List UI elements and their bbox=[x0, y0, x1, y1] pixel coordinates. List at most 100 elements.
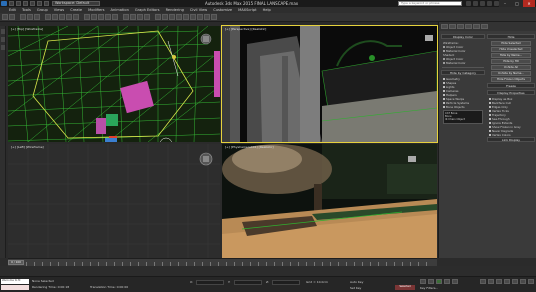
material-editor-icon[interactable] bbox=[190, 14, 196, 20]
motion-tab-icon[interactable] bbox=[465, 24, 472, 29]
time-slider[interactable]: 0 / 100 bbox=[8, 260, 24, 265]
app-logo-icon[interactable] bbox=[1, 1, 7, 6]
rectangular-selection-icon[interactable] bbox=[66, 14, 72, 20]
window-crossing-icon[interactable] bbox=[73, 14, 79, 20]
project-folder-icon[interactable] bbox=[44, 1, 49, 6]
curve-editor-icon[interactable] bbox=[176, 14, 182, 20]
angle-snap-icon[interactable] bbox=[130, 14, 136, 20]
modify-tab-icon[interactable] bbox=[449, 24, 456, 29]
rendered-frame-window-icon[interactable] bbox=[204, 14, 210, 20]
align-icon[interactable] bbox=[162, 14, 168, 20]
bind-space-warp-icon[interactable] bbox=[34, 14, 40, 20]
previous-frame-icon[interactable] bbox=[428, 279, 434, 284]
zoom-extents-icon[interactable] bbox=[496, 279, 502, 284]
hide-by-hit-button[interactable]: Hide by Hit bbox=[491, 59, 531, 64]
select-object-icon[interactable] bbox=[52, 14, 58, 20]
select-by-name-icon[interactable] bbox=[59, 14, 65, 20]
save-file-icon[interactable] bbox=[23, 1, 28, 6]
auto-key-button[interactable]: Auto Key bbox=[350, 280, 363, 284]
pan-view-icon[interactable] bbox=[512, 279, 518, 284]
pivot-center-icon[interactable] bbox=[112, 14, 118, 20]
hide-rollout[interactable]: Hide bbox=[487, 34, 535, 39]
hide-by-category-rollout[interactable]: Hide by Category bbox=[441, 70, 485, 75]
viewport-perspective[interactable]: [+] [Perspective] [Realistic] bbox=[221, 25, 438, 143]
zoom-icon[interactable] bbox=[480, 279, 486, 284]
search-input[interactable]: Type a keyword or phrase bbox=[398, 1, 462, 6]
render-production-icon[interactable] bbox=[211, 14, 217, 20]
viewport-left[interactable]: [+] [Left] [Wireframe] bbox=[8, 144, 220, 258]
hide-selected-button[interactable]: Hide Selected bbox=[491, 41, 531, 46]
redo-tool-icon[interactable] bbox=[9, 14, 15, 20]
hide-unselected-button[interactable]: Hide Unselected bbox=[491, 47, 531, 52]
shaded-material-color-radio[interactable]: Material Color bbox=[441, 61, 485, 65]
viewport-label-left[interactable]: [+] [Left] [Wireframe] bbox=[11, 145, 44, 149]
favorites-icon[interactable] bbox=[487, 1, 492, 6]
maximize-button[interactable]: □ bbox=[511, 0, 523, 7]
workspace-dropdown[interactable]: Workspace: Default bbox=[52, 1, 100, 6]
undo-icon[interactable] bbox=[30, 1, 35, 6]
key-mode-button[interactable]: Selected bbox=[395, 285, 415, 290]
zoom-all-icon[interactable] bbox=[488, 279, 494, 284]
create-tab-icon[interactable] bbox=[441, 24, 448, 29]
display-color-rollout[interactable]: Display Color bbox=[441, 34, 485, 39]
freeze-rollout[interactable]: Freeze bbox=[487, 83, 535, 88]
open-file-icon[interactable] bbox=[16, 1, 21, 6]
percent-snap-icon[interactable] bbox=[137, 14, 143, 20]
minimize-button[interactable]: – bbox=[499, 0, 511, 7]
move-icon[interactable] bbox=[84, 14, 90, 20]
communication-center-icon[interactable] bbox=[480, 1, 485, 6]
search-icon[interactable] bbox=[466, 1, 471, 6]
go-to-start-icon[interactable] bbox=[420, 279, 426, 284]
category-bone-objects[interactable]: Bone Objects bbox=[441, 105, 485, 109]
field-of-view-icon[interactable] bbox=[504, 279, 510, 284]
maxscript-output[interactable] bbox=[1, 285, 29, 290]
hierarchy-tab-icon[interactable] bbox=[457, 24, 464, 29]
rotate-icon[interactable] bbox=[91, 14, 97, 20]
y-coordinate-field[interactable] bbox=[234, 280, 262, 285]
orbit-icon[interactable] bbox=[520, 279, 526, 284]
link-icon[interactable] bbox=[20, 14, 26, 20]
render-setup-icon[interactable] bbox=[197, 14, 203, 20]
list-item[interactable]: IK Chain Object bbox=[445, 118, 481, 121]
viewport-layout-icon[interactable] bbox=[1, 45, 5, 50]
new-file-icon[interactable] bbox=[9, 1, 14, 6]
z-coordinate-field[interactable] bbox=[272, 280, 300, 285]
viewport-label-perspective[interactable]: [+] [Perspective] [Realistic] bbox=[225, 27, 266, 31]
viewport-label-top[interactable]: [+] [Top] [Wireframe] bbox=[11, 27, 43, 31]
viewport-top[interactable]: [+] [Top] [Wireframe] bbox=[8, 26, 220, 142]
schematic-view-icon[interactable] bbox=[183, 14, 189, 20]
scale-icon[interactable] bbox=[98, 14, 104, 20]
subscription-icon[interactable] bbox=[473, 1, 478, 6]
utilities-tab-icon[interactable] bbox=[481, 24, 488, 29]
redo-icon[interactable] bbox=[37, 1, 42, 6]
unlink-icon[interactable] bbox=[27, 14, 33, 20]
display-tab-icon[interactable] bbox=[473, 24, 480, 29]
category-list[interactable]: CAT Bone Bone IK Chain Object bbox=[443, 110, 483, 124]
undo-tool-icon[interactable] bbox=[2, 14, 8, 20]
hide-by-name-button[interactable]: Hide by Name... bbox=[491, 53, 531, 58]
unhide-all-button[interactable]: Unhide All bbox=[491, 65, 531, 70]
unhide-by-name-button[interactable]: Unhide by Name... bbox=[491, 71, 531, 76]
key-filters-button[interactable]: Key Filters... bbox=[420, 286, 438, 290]
layer-explorer-icon[interactable] bbox=[1, 37, 5, 42]
x-coordinate-field[interactable] bbox=[196, 280, 224, 285]
spinner-snap-icon[interactable] bbox=[144, 14, 150, 20]
next-frame-icon[interactable] bbox=[444, 279, 450, 284]
time-slider-track[interactable]: 0 / 100 bbox=[8, 258, 437, 266]
snap-toggle-icon[interactable] bbox=[123, 14, 129, 20]
display-properties-rollout[interactable]: Display Properties bbox=[487, 90, 535, 95]
hide-frozen-objects-button[interactable]: Hide Frozen Objects bbox=[491, 77, 531, 82]
scene-explorer-icon[interactable] bbox=[1, 29, 5, 34]
close-button[interactable]: ✕ bbox=[523, 0, 535, 7]
reference-coordinate-icon[interactable] bbox=[105, 14, 111, 20]
viewport-camera[interactable]: [+] [PhysCamera001] [Realistic] bbox=[222, 144, 437, 258]
link-display-rollout[interactable]: Link Display bbox=[487, 137, 535, 142]
play-icon[interactable] bbox=[436, 279, 442, 284]
set-key-button[interactable]: Set Key bbox=[350, 286, 361, 290]
viewport-label-camera[interactable]: [+] [PhysCamera001] [Realistic] bbox=[225, 145, 274, 149]
track-bar[interactable] bbox=[0, 266, 536, 276]
maximize-viewport-icon[interactable] bbox=[528, 279, 534, 284]
mirror-icon[interactable] bbox=[155, 14, 161, 20]
selection-filter-icon[interactable] bbox=[45, 14, 51, 20]
go-to-end-icon[interactable] bbox=[452, 279, 458, 284]
